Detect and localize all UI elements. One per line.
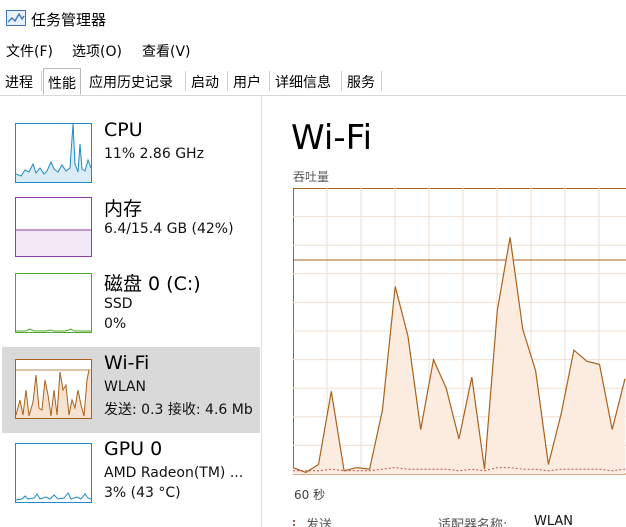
sidebar-item-label: 磁盘 0 (C:) <box>104 273 201 295</box>
cpu-thumbnail-graph <box>15 123 92 183</box>
tab-details[interactable]: 详细信息 <box>271 68 335 95</box>
tab-separator <box>381 71 382 91</box>
resource-sidebar: CPU 11% 2.86 GHz 内存 6.4/15.4 GB (42%) 磁盘… <box>0 96 262 527</box>
tab-services[interactable]: 服务 <box>343 68 379 95</box>
tab-separator <box>341 71 342 91</box>
sidebar-item-detail: SSD <box>104 296 133 312</box>
sidebar-item-detail: 6.4/15.4 GB (42%) <box>104 221 234 237</box>
sidebar-item-detail: 11% 2.86 GHz <box>104 146 204 162</box>
time-axis-label: 60 秒 <box>294 488 326 502</box>
sidebar-item-wifi[interactable]: Wi-Fi WLAN 发送: 0.3 接收: 4.6 Mb <box>2 347 260 433</box>
sidebar-item-memory[interactable]: 内存 6.4/15.4 GB (42%) <box>2 189 260 275</box>
sidebar-item-throughput: 发送: 0.3 接收: 4.6 Mb <box>104 402 253 418</box>
detail-pane: Wi-Fi 吞吐量 60 秒 发送 适配器名称: WLAN <box>262 96 626 527</box>
tab-users[interactable]: 用户 <box>229 68 265 95</box>
tab-performance[interactable]: 性能 <box>43 68 81 95</box>
sidebar-item-label: GPU 0 <box>104 438 163 460</box>
adapter-name-value: WLAN <box>534 514 574 527</box>
send-legend-marker <box>293 520 296 527</box>
sidebar-item-cpu[interactable]: CPU 11% 2.86 GHz <box>2 114 260 200</box>
tab-app-history[interactable]: 应用历史记录 <box>85 68 177 95</box>
graph-label: 吞吐量 <box>293 170 330 184</box>
wifi-thumbnail-graph <box>15 359 92 419</box>
task-manager-icon <box>6 10 26 26</box>
sidebar-item-detail: WLAN <box>104 379 147 395</box>
sidebar-item-disk[interactable]: 磁盘 0 (C:) SSD 0% <box>2 264 260 350</box>
tab-separator <box>185 71 186 91</box>
sidebar-item-detail: AMD Radeon(TM) ... <box>104 465 244 481</box>
throughput-graph <box>293 188 626 475</box>
title-bar: 任务管理器 <box>0 0 626 38</box>
sidebar-item-label: 内存 <box>104 198 143 220</box>
page-title: Wi-Fi <box>291 118 373 158</box>
tab-processes[interactable]: 进程 <box>1 68 37 95</box>
sidebar-item-label: Wi-Fi <box>104 352 150 374</box>
sidebar-item-label: CPU <box>104 119 143 141</box>
sidebar-item-usage: 0% <box>104 316 127 332</box>
sidebar-item-usage: 3% (43 °C) <box>104 485 181 501</box>
tab-separator <box>227 71 228 91</box>
tab-separator <box>41 71 42 91</box>
menu-view[interactable]: 查看(V) <box>142 41 191 61</box>
gpu-thumbnail-graph <box>15 443 92 503</box>
window-title: 任务管理器 <box>31 11 107 29</box>
menu-bar: 文件(F) 选项(O) 查看(V) <box>0 38 626 64</box>
disk-thumbnail-graph <box>15 273 92 333</box>
memory-thumbnail-graph <box>15 197 92 257</box>
send-legend-label: 发送 <box>306 518 333 527</box>
adapter-name-label: 适配器名称: <box>438 518 508 527</box>
tab-startup[interactable]: 启动 <box>187 68 223 95</box>
sidebar-item-gpu[interactable]: GPU 0 AMD Radeon(TM) ... 3% (43 °C) <box>2 433 260 519</box>
menu-options[interactable]: 选项(O) <box>72 41 122 61</box>
tab-separator <box>269 71 270 91</box>
menu-file[interactable]: 文件(F) <box>6 41 53 61</box>
tab-bar: 进程 性能 应用历史记录 启动 用户 详细信息 服务 <box>0 66 626 96</box>
